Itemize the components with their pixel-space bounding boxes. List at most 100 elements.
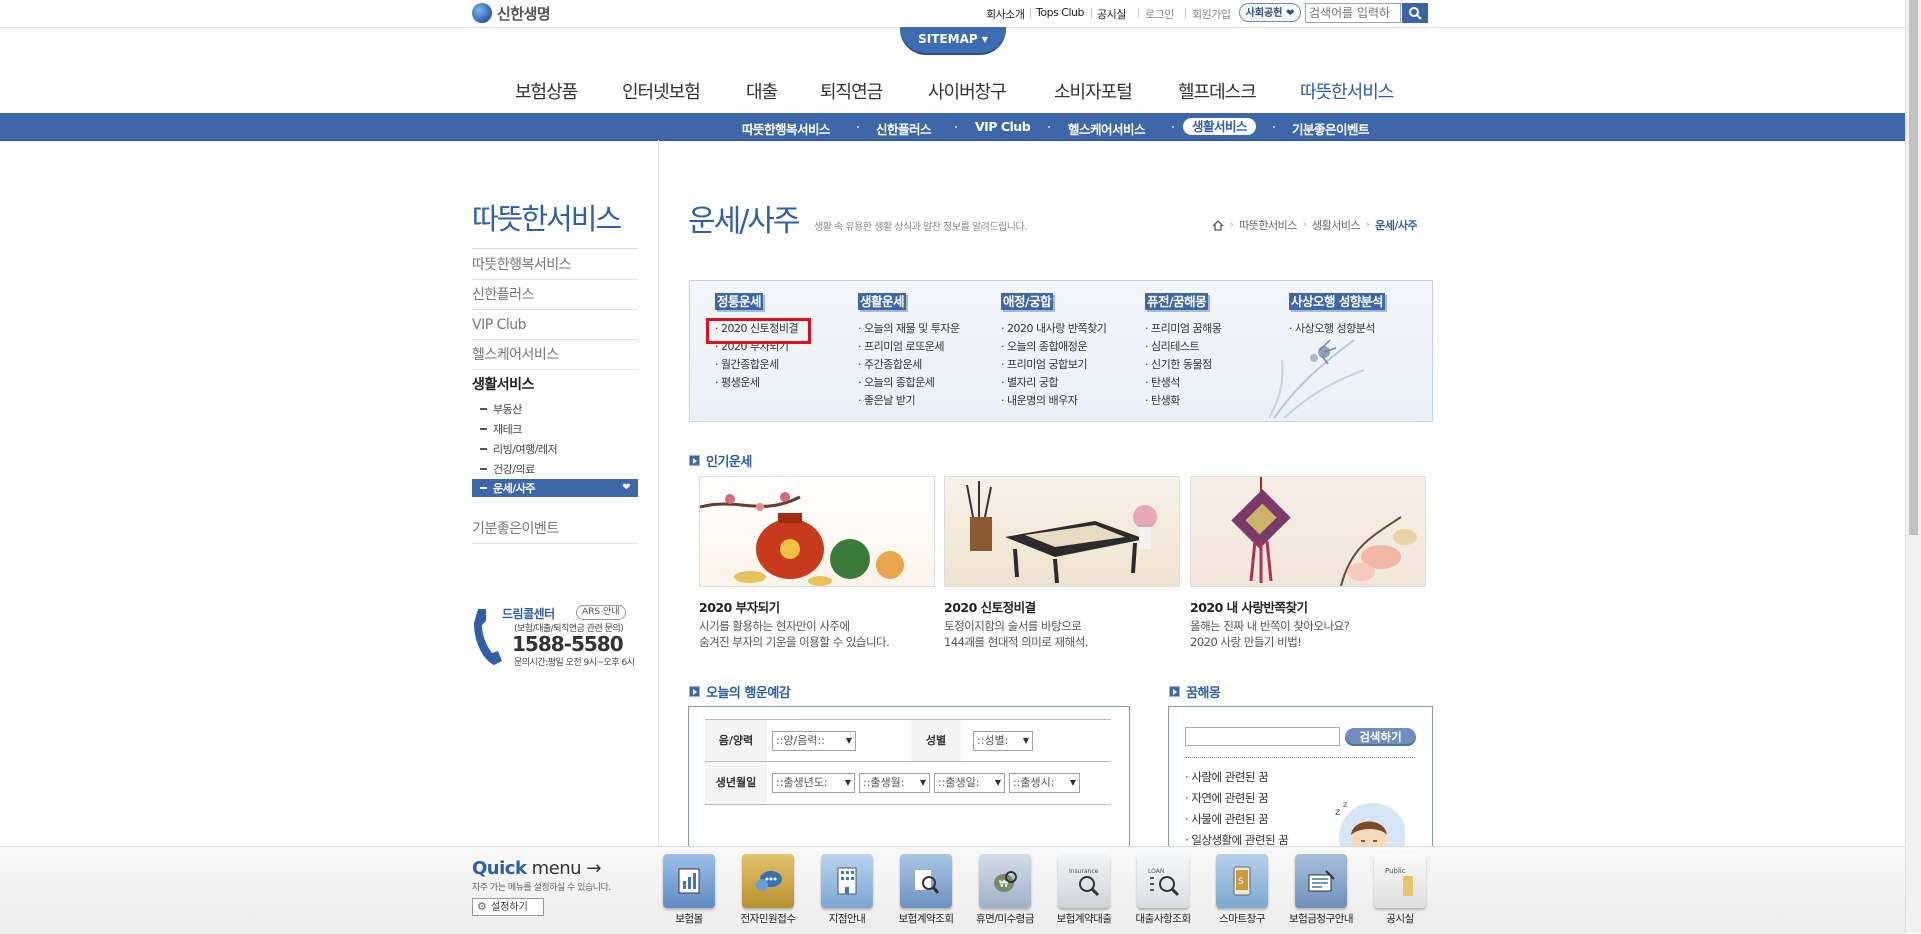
popular-card-love[interactable]: 2020 내 사랑반쪽찾기 올해는 진짜 내 반쪽이 찾아오나요? 2020 사… <box>1190 476 1426 650</box>
category-link[interactable]: · 탄생화 <box>1145 392 1221 410</box>
util-company-link[interactable]: 회사소개 <box>986 6 1025 22</box>
category-link[interactable]: · 좋은날 받기 <box>858 392 960 410</box>
sidebar-subitem-investment[interactable]: 재테크 <box>480 421 522 437</box>
gnb-consumer-portal[interactable]: 소비자포털 <box>1054 78 1133 104</box>
category-link[interactable]: · 프리미엄 궁합보기 <box>1001 356 1106 374</box>
shinhan-life-logo[interactable]: 신한생명 <box>472 2 551 24</box>
sidebar-item-event[interactable]: 기분좋은이벤트 <box>472 514 638 544</box>
subnav-healthcare[interactable]: 헬스케어서비스 <box>1068 119 1146 138</box>
category-link[interactable]: · 오늘의 재물 및 투자운 <box>858 320 960 338</box>
popular-card-rich[interactable]: 2020 부자되기 시기를 활용하는 현자만이 사주에 숨겨진 부자의 기운을 … <box>699 476 935 650</box>
sidebar-subitem-living-travel[interactable]: 리빙/여행/레저 <box>480 441 558 457</box>
card-image-love[interactable] <box>1190 476 1426 587</box>
category-link[interactable]: · 월간종합운세 <box>715 356 798 374</box>
search-button[interactable] <box>1402 3 1428 23</box>
gnb-warm-service[interactable]: 따뜻한서비스 <box>1300 78 1394 104</box>
scrollbar-thumb[interactable] <box>1909 0 1918 535</box>
label-gender: 성별 <box>911 720 961 762</box>
dream-item-text: 일상생활에 관련된 꿈 <box>1191 833 1289 847</box>
dream-item-nature[interactable]: · 자연에 관련된 꿈 <box>1185 790 1269 806</box>
home-icon[interactable] <box>1212 219 1224 231</box>
category-link[interactable]: · 오늘의 종합애정운 <box>1001 338 1106 356</box>
gnb-insurance-products[interactable]: 보험상품 <box>515 78 578 104</box>
subnav-life-service[interactable]: 생활서비스 <box>1183 118 1257 135</box>
vertical-scrollbar[interactable] <box>1905 0 1921 933</box>
sidebar-subitem-fortune[interactable]: 운세/사주 ❤ <box>472 479 638 497</box>
quick-item-dormant-money[interactable]: ₩ 휴면/미수령금 <box>969 854 1041 926</box>
dream-search-input[interactable] <box>1185 727 1340 746</box>
card-image-rich[interactable] <box>699 476 935 587</box>
util-topsclub-link[interactable]: Tops Club <box>1036 6 1084 19</box>
gnb-loan[interactable]: 대출 <box>746 78 778 104</box>
link-text: 신기한 동물점 <box>1151 358 1212 371</box>
select-birth-day[interactable]: ::출생일: <box>934 773 1005 793</box>
social-contribution-button[interactable]: 사회공헌 ❤ <box>1239 3 1301 22</box>
category-link[interactable]: · 평생운세 <box>715 374 798 392</box>
sidebar-subitem-health[interactable]: 건강/의료 <box>480 461 535 477</box>
dream-search-button[interactable]: 검색하기 <box>1345 728 1416 746</box>
card-image-tojeong[interactable] <box>944 476 1180 587</box>
sidebar-item-healthcare[interactable]: 헬스케어서비스 <box>472 340 638 370</box>
gnb-help-desk[interactable]: 헬프데스크 <box>1178 78 1257 104</box>
sidebar-item-life-service[interactable]: 생활서비스 <box>472 370 638 400</box>
dream-call-center: 드림콜센터 ARS 안내 (보험/대출/퇴직연금 관련 문의) 1588-558… <box>472 603 642 668</box>
quick-item-insurance-mall[interactable]: 보험몰 <box>653 854 725 926</box>
category-link[interactable]: · 오늘의 종합운세 <box>858 374 960 392</box>
sidebar-item-vip-club[interactable]: VIP Club <box>472 310 638 340</box>
select-birth-year[interactable]: ::출생년도: <box>772 773 855 793</box>
sidebar-item-happy-service[interactable]: 따뜻한행복서비스 <box>472 250 638 280</box>
ars-guide-button[interactable]: ARS 안내 <box>576 605 626 620</box>
quick-item-contract-loan[interactable]: Insurance 보험계약대출 <box>1048 854 1120 926</box>
dream-item-people[interactable]: · 사람에 관련된 꿈 <box>1185 769 1269 785</box>
quick-item-contract-inquiry[interactable]: 보험계약조회 <box>890 854 962 926</box>
quick-item-branch-guide[interactable]: 지점안내 <box>811 854 883 926</box>
gnb-internet-insurance[interactable]: 인터넷보험 <box>622 78 701 104</box>
quick-item-smart-window[interactable]: S 스마트창구 <box>1206 854 1278 926</box>
quick-item-disclosure[interactable]: Public 공시실 <box>1364 854 1436 926</box>
orchid-decoration-icon <box>1268 339 1365 419</box>
dream-item-objects[interactable]: · 사물에 관련된 꿈 <box>1185 811 1269 827</box>
select-birth-hour[interactable]: ::출생시: <box>1009 773 1080 793</box>
category-link[interactable]: · 프리미엄 꿈해몽 <box>1145 320 1222 338</box>
card-title[interactable]: 2020 신토정비결 <box>944 597 1180 616</box>
quick-item-claim-guide[interactable]: 보험금청구안내 <box>1285 854 1357 926</box>
select-calendar[interactable]: ::양/음력:: <box>772 731 856 751</box>
category-link[interactable]: · 신기한 동물점 <box>1145 356 1221 374</box>
select-birth-month[interactable]: ::출생월: <box>859 773 930 793</box>
card-desc-line: 숨겨진 부자의 기운을 이용할 수 있습니다. <box>699 635 890 649</box>
join-link[interactable]: 회원가입 <box>1192 6 1231 22</box>
subnav-event[interactable]: 기분좋은이벤트 <box>1292 119 1370 138</box>
popular-card-tojeong[interactable]: 2020 신토정비결 토정이지함의 술서를 바탕으로 144괘를 현대적 의미로… <box>944 476 1180 650</box>
category-link[interactable]: · 별자리 궁합 <box>1001 374 1106 392</box>
category-link[interactable]: · 내운명의 배우자 <box>1001 392 1106 410</box>
quick-item-e-complaint[interactable]: 전자민원접수 <box>732 854 804 926</box>
category-link[interactable]: · 주간종합운세 <box>858 356 960 374</box>
login-link[interactable]: 로그인 <box>1145 6 1174 22</box>
subnav-vip-club[interactable]: VIP Club <box>975 119 1031 134</box>
category-head[interactable]: 정통운세 <box>715 293 764 310</box>
card-title[interactable]: 2020 내 사랑반쪽찾기 <box>1190 597 1426 616</box>
category-link[interactable]: · 프리미엄 로또운세 <box>858 338 960 356</box>
subnav-shinhan-plus[interactable]: 신한플러스 <box>876 119 932 138</box>
site-search-input[interactable] <box>1305 3 1401 23</box>
category-head[interactable]: 사상오행 성향분석 <box>1289 293 1385 310</box>
category-head[interactable]: 생활운세 <box>858 293 907 310</box>
util-disclosure-link[interactable]: 공시실 <box>1097 6 1126 22</box>
category-head[interactable]: 퓨전/꿈해몽 <box>1145 293 1209 310</box>
category-link[interactable]: · 심리테스트 <box>1145 338 1221 356</box>
sitemap-button[interactable]: SITEMAP ▾ <box>900 27 1006 53</box>
sidebar-item-shinhan-plus[interactable]: 신한플러스 <box>472 280 638 310</box>
quick-item-loan-inquiry[interactable]: LOAN 대출사항조회 <box>1127 854 1199 926</box>
category-link[interactable]: · 2020 내사랑 반쪽찾기 <box>1001 320 1107 338</box>
select-gender[interactable]: ::성별: <box>973 731 1033 751</box>
subnav-happy-service[interactable]: 따뜻한행복서비스 <box>742 119 831 138</box>
gnb-retirement-pension[interactable]: 퇴직연금 <box>820 78 883 104</box>
card-title[interactable]: 2020 부자되기 <box>699 597 935 616</box>
breadcrumb-life-service[interactable]: 생활서비스 <box>1312 217 1361 233</box>
category-link[interactable]: · 탄생석 <box>1145 374 1221 392</box>
breadcrumb-warm-service[interactable]: 따뜻한서비스 <box>1239 217 1297 233</box>
quick-menu-settings-button[interactable]: 설정하기 <box>472 898 544 916</box>
sidebar-subitem-real-estate[interactable]: 부동산 <box>480 401 522 417</box>
category-head[interactable]: 애정/궁합 <box>1001 293 1054 310</box>
gnb-cyber-window[interactable]: 사이버창구 <box>928 78 1007 104</box>
